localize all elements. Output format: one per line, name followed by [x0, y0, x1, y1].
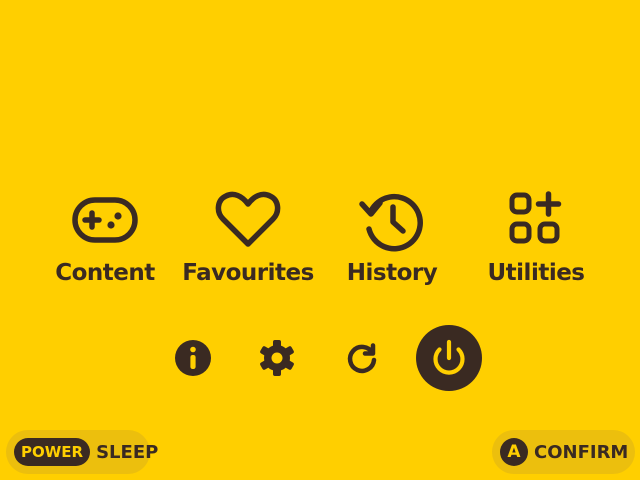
sleep-hint[interactable]: POWER SLEEP — [6, 430, 158, 474]
gamepad-icon — [72, 197, 138, 243]
restart-icon — [347, 343, 377, 374]
menu-item-label: Favourites — [182, 260, 314, 286]
confirm-hint[interactable]: A CONFIRM — [492, 430, 635, 474]
menu-item-utilities[interactable]: Utilities — [471, 186, 601, 296]
power-key-badge: POWER — [14, 438, 91, 466]
menu-item-label: Content — [55, 260, 155, 286]
heart-icon — [215, 191, 281, 247]
sleep-label: SLEEP — [96, 441, 159, 463]
history-icon — [359, 193, 423, 252]
confirm-label: CONFIRM — [534, 441, 629, 463]
launcher-screen: Content Favourites History Utilities POW… — [0, 0, 640, 480]
menu-item-favourites[interactable]: Favourites — [178, 186, 318, 296]
menu-item-history[interactable]: History — [327, 186, 457, 296]
menu-item-content[interactable]: Content — [40, 186, 170, 296]
power-icon — [416, 325, 482, 391]
menu-item-label: History — [346, 260, 438, 286]
apps-grid-icon — [509, 191, 562, 244]
menu-item-label: Utilities — [487, 260, 586, 286]
info-icon — [175, 340, 211, 376]
a-key-badge: A — [500, 438, 528, 466]
power-button[interactable] — [416, 325, 482, 391]
gear-icon — [260, 340, 294, 376]
restart-button[interactable] — [342, 338, 382, 378]
settings-button[interactable] — [257, 338, 297, 378]
info-button[interactable] — [173, 338, 213, 378]
